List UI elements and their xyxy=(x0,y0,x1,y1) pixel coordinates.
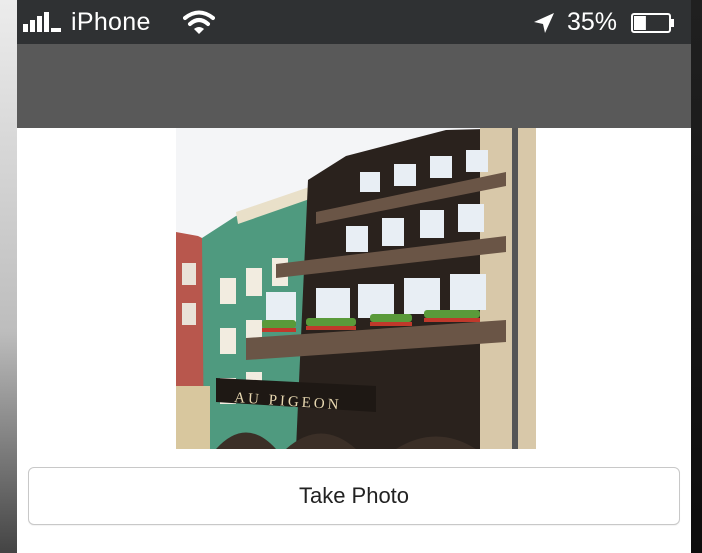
device-bezel-left xyxy=(0,0,17,553)
take-photo-button[interactable]: Take Photo xyxy=(28,467,680,525)
battery-icon xyxy=(631,13,674,33)
phone-screen: iPhone 35% AU PIGEON Take Photo xyxy=(17,0,691,553)
building-photo: AU PIGEON xyxy=(176,128,536,449)
status-bar: iPhone 35% xyxy=(17,0,691,44)
location-arrow-icon xyxy=(534,13,554,33)
signal-bars-icon xyxy=(23,12,61,32)
wifi-icon xyxy=(183,10,215,34)
carrier-label: iPhone xyxy=(71,8,151,36)
building-photo-illustration: AU PIGEON xyxy=(176,128,536,449)
device-bezel-right xyxy=(691,0,702,553)
battery-fill xyxy=(634,16,646,30)
battery-percent: 35% xyxy=(567,8,618,36)
navigation-bar xyxy=(17,44,691,128)
